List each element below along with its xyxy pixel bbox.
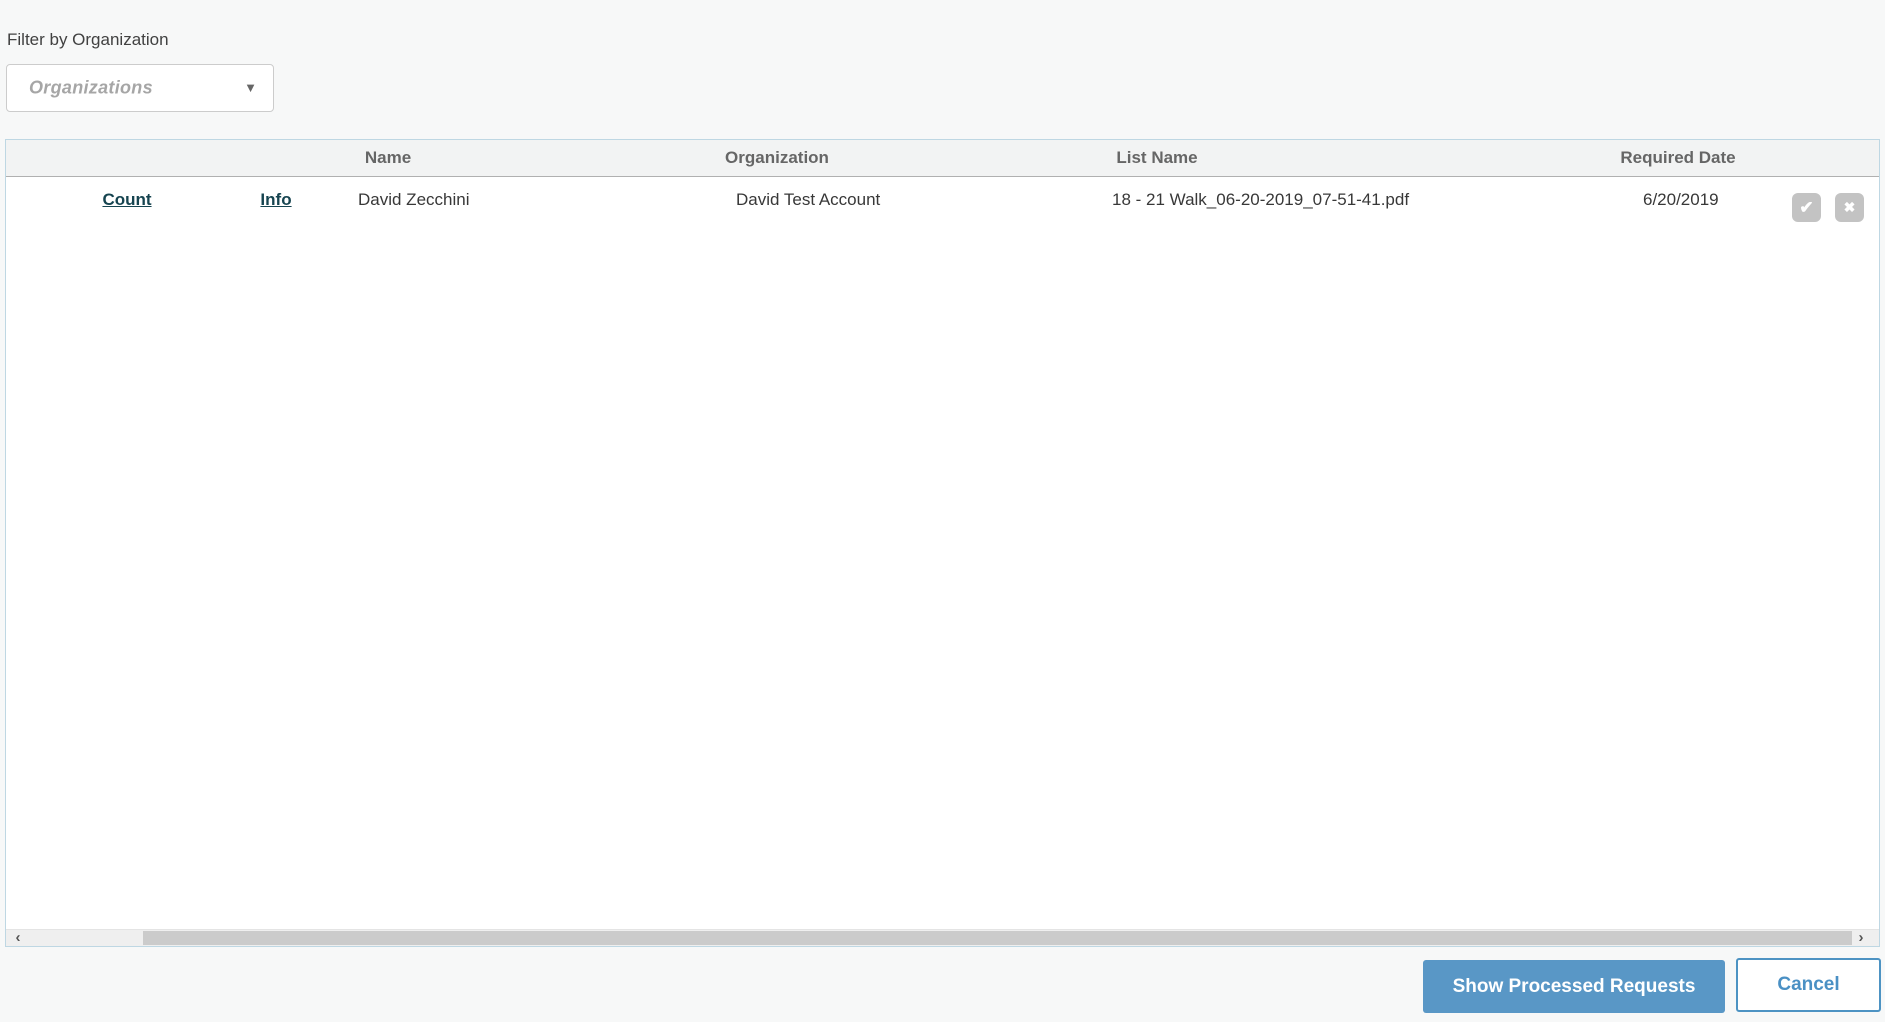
column-header-list-name: List Name bbox=[1116, 148, 1198, 167]
chevron-right-icon: › bbox=[1858, 929, 1864, 946]
organizations-dropdown[interactable]: Organizations ▼ bbox=[6, 64, 274, 112]
info-link[interactable]: Info bbox=[260, 190, 291, 210]
count-link[interactable]: Count bbox=[102, 190, 151, 210]
approve-button[interactable]: ✔ bbox=[1792, 193, 1821, 222]
reject-button[interactable]: ✖ bbox=[1835, 193, 1864, 222]
horizontal-scrollbar[interactable]: ‹ › bbox=[6, 929, 1879, 946]
column-header-required-date: Required Date bbox=[1620, 148, 1736, 167]
show-processed-requests-button[interactable]: Show Processed Requests bbox=[1423, 960, 1725, 1013]
chevron-down-icon: ▼ bbox=[244, 80, 257, 96]
table-header-row: Name Organization List Name Required Dat… bbox=[6, 140, 1879, 177]
scrollbar-thumb[interactable] bbox=[143, 931, 1852, 945]
x-icon: ✖ bbox=[1843, 199, 1856, 215]
column-header-name: Name bbox=[364, 148, 412, 167]
organizations-dropdown-placeholder: Organizations bbox=[29, 77, 153, 98]
pending-requests-table: Name Organization List Name Required Dat… bbox=[5, 139, 1880, 947]
scroll-left-button[interactable]: ‹ bbox=[8, 930, 28, 946]
cancel-button[interactable]: Cancel bbox=[1736, 958, 1881, 1012]
row-organization-value: David Test Account bbox=[736, 190, 881, 209]
row-list-name-value: 18 - 21 Walk_06-20-2019_07-51-41.pdf bbox=[1112, 190, 1410, 209]
filter-by-organization-label: Filter by Organization bbox=[7, 30, 169, 49]
table-row: Count Info David Zecchini David Test Acc… bbox=[6, 177, 1879, 227]
row-name-value: David Zecchini bbox=[358, 190, 470, 209]
column-header-organization: Organization bbox=[725, 148, 829, 167]
chevron-left-icon: ‹ bbox=[15, 929, 21, 946]
scroll-right-button[interactable]: › bbox=[1851, 930, 1871, 946]
check-icon: ✔ bbox=[1799, 197, 1814, 217]
row-required-date-value: 6/20/2019 bbox=[1643, 190, 1719, 209]
